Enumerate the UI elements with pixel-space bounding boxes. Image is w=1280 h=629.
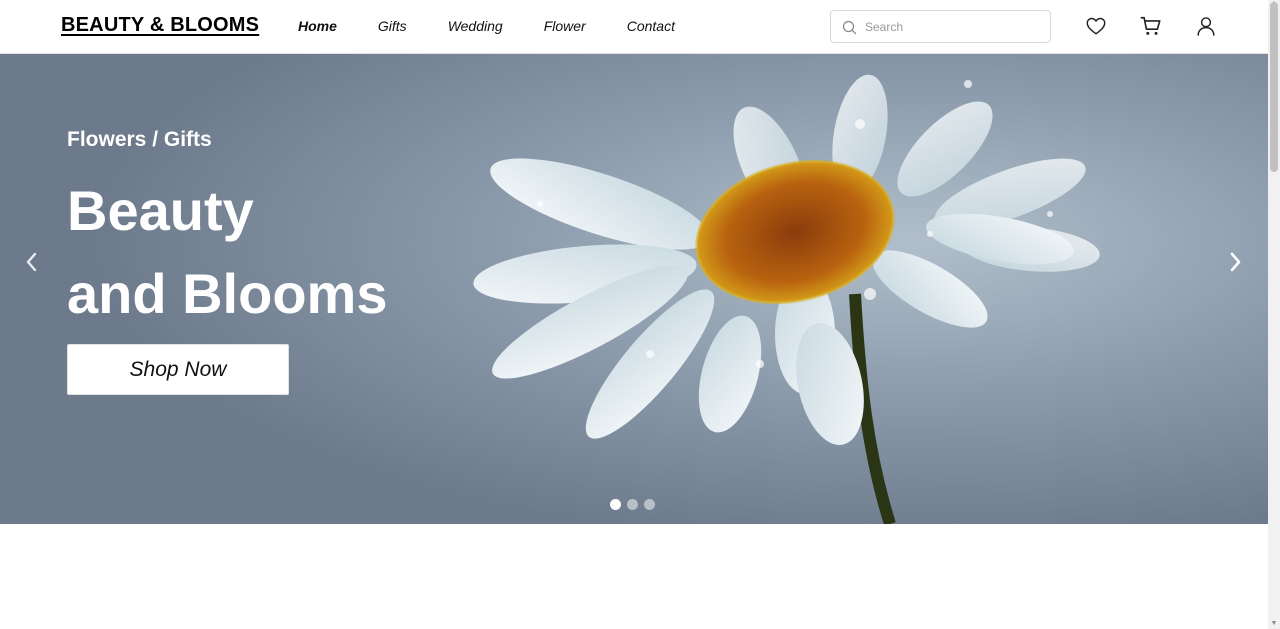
nav-item-wedding[interactable]: Wedding bbox=[448, 18, 503, 34]
hero-subtitle: Flowers / Gifts bbox=[67, 128, 212, 151]
nav-item-flower[interactable]: Flower bbox=[544, 18, 586, 34]
carousel-indicators bbox=[610, 499, 661, 510]
scroll-down-icon[interactable]: ▼ bbox=[1270, 620, 1278, 628]
heart-icon[interactable] bbox=[1085, 15, 1107, 37]
search-icon bbox=[842, 20, 857, 35]
cart-icon[interactable] bbox=[1140, 15, 1162, 37]
nav-item-gifts[interactable]: Gifts bbox=[378, 18, 407, 34]
nav-item-home[interactable]: Home bbox=[298, 18, 337, 34]
chevron-right-icon[interactable] bbox=[1226, 250, 1244, 274]
hero-title-line-1: Beauty bbox=[67, 179, 254, 242]
site-header: BEAUTY & BLOOMS Home Gifts Wedding Flowe… bbox=[0, 0, 1268, 54]
carousel-dot-1[interactable] bbox=[610, 499, 621, 510]
search-input[interactable] bbox=[865, 18, 1043, 36]
hero-carousel: Flowers / Gifts Beauty and Blooms Shop N… bbox=[0, 54, 1268, 524]
carousel-dot-2[interactable] bbox=[627, 499, 638, 510]
user-icon[interactable] bbox=[1195, 15, 1217, 37]
nav-item-contact[interactable]: Contact bbox=[627, 18, 675, 34]
site-logo[interactable]: BEAUTY & BLOOMS bbox=[61, 14, 259, 37]
search-box bbox=[830, 10, 1051, 43]
hero-title-line-2: and Blooms bbox=[67, 262, 388, 325]
chevron-left-icon[interactable] bbox=[23, 250, 41, 274]
shop-now-button[interactable]: Shop Now bbox=[67, 344, 289, 395]
scrollbar-thumb[interactable] bbox=[1270, 2, 1278, 172]
page-scrollbar[interactable]: ▲ ▼ bbox=[1268, 0, 1280, 629]
carousel-dot-3[interactable] bbox=[644, 499, 655, 510]
main-nav: Home Gifts Wedding Flower Contact bbox=[298, 18, 716, 34]
